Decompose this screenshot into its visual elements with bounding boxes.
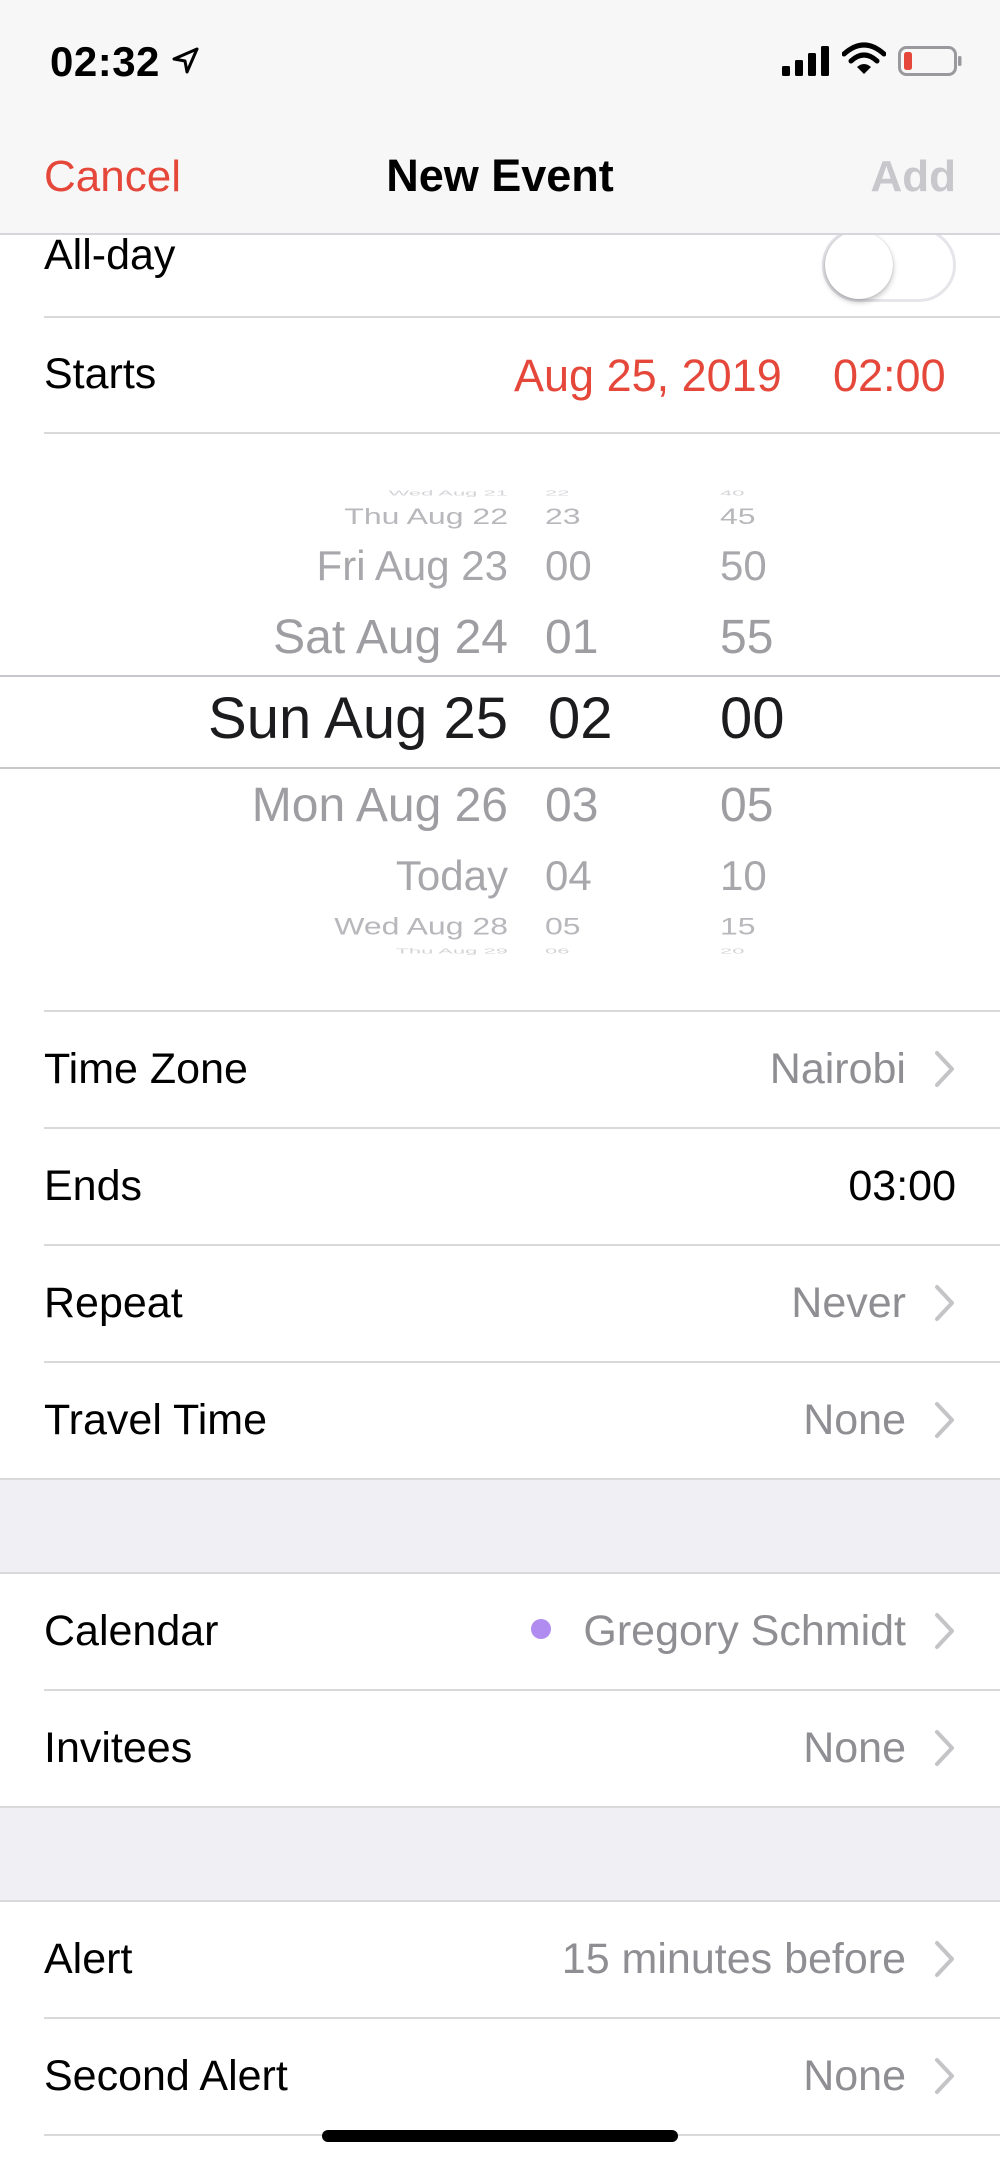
- divider: [44, 432, 1000, 434]
- picker-date-selected[interactable]: Sun Aug 25: [208, 685, 508, 752]
- picker-selection-bottom: [0, 767, 1000, 769]
- invitees-row[interactable]: Invitees None: [0, 1691, 1000, 1806]
- time-zone-label: Time Zone: [44, 1045, 248, 1093]
- picker-hour-option[interactable]: 23: [545, 504, 581, 530]
- home-indicator[interactable]: [322, 2130, 678, 2142]
- calendar-name: Gregory Schmidt: [583, 1607, 906, 1655]
- toggle-knob: [825, 231, 893, 299]
- section-gap: [0, 1480, 1000, 1572]
- add-button[interactable]: Add: [870, 152, 956, 202]
- ends-value[interactable]: 03:00: [848, 1162, 956, 1211]
- location-arrow-icon: [172, 47, 199, 74]
- picker-hour-option[interactable]: 22: [545, 488, 569, 497]
- picker-date-option[interactable]: Wed Aug 21: [389, 488, 508, 497]
- repeat-label: Repeat: [44, 1279, 183, 1327]
- picker-minute-option[interactable]: 05: [720, 778, 773, 833]
- picker-hour-option[interactable]: 00: [545, 542, 592, 590]
- picker-hour-option[interactable]: 03: [545, 778, 598, 833]
- chevron-right-icon: [935, 1730, 954, 1766]
- picker-minute-option[interactable]: 50: [720, 542, 767, 590]
- calendar-label: Calendar: [44, 1607, 219, 1655]
- picker-minute-option[interactable]: 45: [720, 504, 756, 530]
- picker-minute-option[interactable]: 20: [720, 946, 744, 955]
- chevron-right-icon: [935, 1613, 954, 1649]
- invitees-label: Invitees: [44, 1724, 193, 1772]
- picker-date-option[interactable]: Today: [396, 852, 508, 900]
- picker-selection-top: [0, 675, 1000, 677]
- time-zone-value: Nairobi: [769, 1045, 906, 1093]
- date-time-picker[interactable]: Wed Aug 21 Thu Aug 22 Fri Aug 23 Sat Aug…: [0, 480, 1000, 965]
- picker-minute-option[interactable]: 15: [720, 913, 756, 941]
- navigation-bar: 02:32 Cancel New Event Add: [0, 0, 1000, 235]
- picker-date-option[interactable]: Wed Aug 28: [334, 913, 508, 941]
- chevron-right-icon: [935, 1285, 954, 1321]
- picker-minute-option[interactable]: 40: [720, 488, 744, 497]
- chevron-right-icon: [935, 1941, 954, 1977]
- battery-low-icon: [898, 46, 962, 76]
- picker-hour-selected[interactable]: 02: [548, 685, 613, 752]
- picker-hour-option[interactable]: 06: [545, 946, 569, 955]
- calendar-value: Gregory Schmidt: [531, 1607, 906, 1656]
- starts-time[interactable]: 02:00: [833, 350, 946, 402]
- picker-hour-option[interactable]: 04: [545, 852, 592, 900]
- chevron-right-icon: [935, 2058, 954, 2094]
- ends-row[interactable]: Ends 03:00: [0, 1129, 1000, 1244]
- section-gap: [0, 1808, 1000, 1900]
- alert-label: Alert: [44, 1935, 133, 1983]
- repeat-row[interactable]: Repeat Never: [0, 1246, 1000, 1361]
- picker-date-option[interactable]: Fri Aug 23: [317, 542, 508, 590]
- chevron-right-icon: [935, 1402, 954, 1438]
- picker-date-option[interactable]: Mon Aug 26: [252, 778, 508, 833]
- second-alert-label: Second Alert: [44, 2052, 288, 2100]
- second-alert-value: None: [803, 2052, 906, 2100]
- all-day-toggle[interactable]: [822, 228, 956, 302]
- picker-date-option[interactable]: Sat Aug 24: [273, 610, 508, 665]
- starts-date[interactable]: Aug 25, 2019: [514, 350, 782, 402]
- travel-time-value: None: [803, 1396, 906, 1444]
- alert-row[interactable]: Alert 15 minutes before: [0, 1902, 1000, 2017]
- calendar-color-dot: [531, 1619, 552, 1639]
- time-zone-row[interactable]: Time Zone Nairobi: [0, 1012, 1000, 1127]
- picker-minute-option[interactable]: 55: [720, 610, 773, 665]
- travel-time-label: Travel Time: [44, 1396, 267, 1444]
- cellular-signal-icon: [782, 46, 829, 76]
- chevron-right-icon: [935, 1051, 954, 1087]
- picker-date-option[interactable]: Thu Aug 29: [395, 946, 508, 955]
- picker-hour-option[interactable]: 01: [545, 610, 598, 665]
- repeat-value: Never: [791, 1279, 906, 1327]
- wifi-icon: [842, 42, 886, 74]
- invitees-value: None: [803, 1724, 906, 1772]
- second-alert-row[interactable]: Second Alert None: [0, 2019, 1000, 2134]
- status-time: 02:32: [50, 38, 160, 85]
- picker-minute-option[interactable]: 10: [720, 852, 767, 900]
- travel-time-row[interactable]: Travel Time None: [0, 1363, 1000, 1478]
- page-title: New Event: [386, 150, 614, 201]
- starts-label: Starts: [44, 350, 157, 398]
- picker-hour-option[interactable]: 05: [545, 913, 581, 941]
- picker-minute-selected[interactable]: 00: [720, 685, 785, 752]
- alert-value: 15 minutes before: [561, 1935, 906, 1983]
- ends-label: Ends: [44, 1162, 143, 1210]
- all-day-label: All-day: [44, 231, 176, 279]
- calendar-row[interactable]: Calendar Gregory Schmidt: [0, 1574, 1000, 1689]
- picker-date-option[interactable]: Thu Aug 22: [344, 504, 508, 530]
